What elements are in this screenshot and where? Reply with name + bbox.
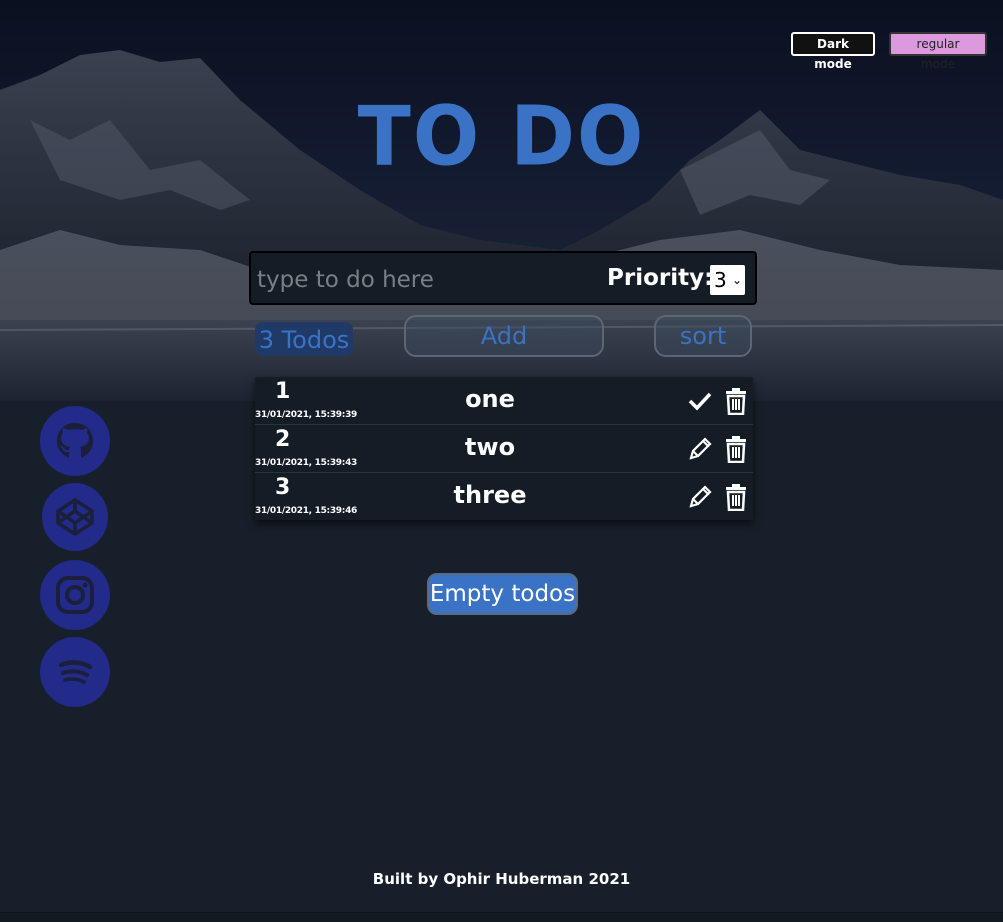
todo-item: 3 31/01/2021, 15:39:46 three	[255, 473, 753, 520]
dark-mode-button[interactable]: Dark mode	[791, 32, 875, 71]
todo-priority: 1	[275, 379, 291, 404]
todo-date: 31/01/2021, 15:39:46	[255, 506, 357, 516]
pencil-icon[interactable]	[687, 484, 713, 510]
todo-counter: 3 Todos	[255, 322, 353, 356]
github-icon	[57, 423, 93, 458]
todo-date: 31/01/2021, 15:39:39	[255, 410, 357, 420]
todo-item: 2 31/01/2021, 15:39:43 two	[255, 425, 753, 473]
empty-todos-button[interactable]: Empty todos	[427, 573, 578, 615]
todo-input[interactable]	[255, 261, 589, 299]
todo-text: one	[465, 385, 515, 413]
trash-icon[interactable]	[725, 483, 747, 511]
trash-icon[interactable]	[725, 387, 747, 415]
footer-credit: Built by Ophir Huberman 2021	[372, 870, 631, 888]
sort-button[interactable]: sort	[654, 315, 752, 357]
codepen-icon	[56, 498, 94, 536]
todo-text: three	[453, 481, 527, 509]
todo-priority: 2	[275, 427, 291, 452]
spotify-link[interactable]	[40, 637, 110, 707]
todo-item: 1 31/01/2021, 15:39:39 one	[255, 377, 753, 425]
priority-value: 3	[714, 268, 727, 292]
page-title: TO DO	[357, 89, 646, 185]
trash-icon[interactable]	[725, 435, 747, 463]
todo-list: 1 31/01/2021, 15:39:39 one 2 31/01/2021,…	[255, 377, 753, 520]
codepen-link[interactable]	[42, 483, 108, 551]
spotify-icon	[58, 660, 93, 684]
hero-background: Dark mode regular mode TO DO Priority: 3…	[0, 0, 1003, 401]
add-button[interactable]: Add	[404, 315, 604, 357]
check-icon[interactable]	[687, 388, 713, 414]
todo-input-container: Priority: 3 ⌄	[249, 251, 757, 305]
regular-mode-button[interactable]: regular mode	[889, 32, 987, 71]
priority-select[interactable]: 3 ⌄	[710, 265, 745, 295]
priority-label: Priority:	[607, 265, 714, 291]
todo-date: 31/01/2021, 15:39:43	[255, 458, 357, 468]
pencil-icon[interactable]	[687, 436, 713, 462]
instagram-icon	[56, 576, 94, 614]
github-link[interactable]	[40, 406, 110, 476]
todo-priority: 3	[275, 475, 291, 500]
instagram-link[interactable]	[40, 560, 110, 630]
chevron-down-icon: ⌄	[731, 273, 742, 287]
todo-text: two	[464, 433, 516, 461]
